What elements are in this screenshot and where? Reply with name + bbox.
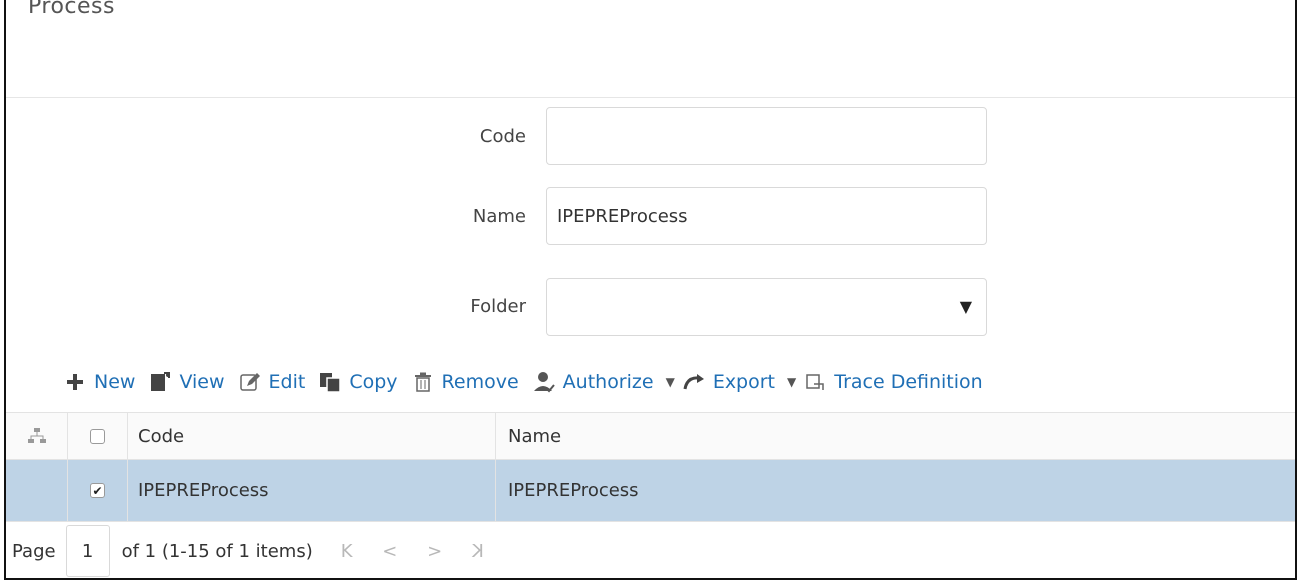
- export-arrow-icon: [683, 371, 705, 393]
- edit-icon: [239, 371, 261, 393]
- plus-icon: [64, 371, 86, 393]
- page-title: Process: [28, 0, 115, 19]
- prev-page-icon[interactable]: <: [382, 541, 397, 562]
- pagination: Page 1 of 1 (1-15 of 1 items) K < > K: [6, 522, 1295, 578]
- select-all-checkbox-cell[interactable]: [68, 413, 128, 459]
- row-name: IPEPREProcess: [508, 480, 639, 501]
- view-label: View: [179, 371, 225, 393]
- row-checkbox-cell[interactable]: ✔: [68, 460, 128, 521]
- page-label: Page: [12, 540, 56, 562]
- page-number-input[interactable]: 1: [65, 525, 110, 577]
- name-input[interactable]: [547, 188, 986, 244]
- trash-icon: [412, 371, 434, 393]
- trace-definition-button[interactable]: Trace Definition: [804, 371, 983, 393]
- new-label: New: [94, 371, 136, 393]
- header-divider: [6, 97, 1295, 98]
- column-header-name[interactable]: Name: [496, 413, 1295, 459]
- pager-info: of 1 (1-15 of 1 items): [121, 540, 313, 562]
- edit-button[interactable]: Edit: [239, 371, 306, 393]
- name-field[interactable]: [546, 187, 987, 245]
- copy-button[interactable]: Copy: [319, 371, 398, 393]
- export-caret-icon[interactable]: ▼: [787, 375, 796, 389]
- last-page-icon[interactable]: K: [472, 541, 484, 562]
- remove-button[interactable]: Remove: [412, 371, 519, 393]
- copy-icon: [319, 371, 342, 393]
- toolbar: New View Edit Copy Remove Authorize ▼ Ex…: [64, 364, 997, 400]
- edit-label: Edit: [268, 371, 306, 393]
- code-label: Code: [479, 126, 526, 147]
- copy-label: Copy: [349, 371, 398, 393]
- next-page-icon[interactable]: >: [427, 541, 442, 562]
- select-all-checkbox[interactable]: [90, 428, 105, 444]
- row-tree-cell: [6, 460, 68, 521]
- authorize-caret-icon[interactable]: ▼: [666, 375, 675, 389]
- new-button[interactable]: New: [64, 371, 135, 393]
- hierarchy-icon[interactable]: [6, 413, 68, 459]
- column-header-code[interactable]: Code: [128, 413, 496, 459]
- first-page-icon[interactable]: K: [341, 541, 353, 562]
- grid-header: Code Name: [6, 412, 1295, 460]
- pager-nav: K < > K: [341, 541, 508, 562]
- user-check-icon: [533, 371, 555, 393]
- trace-definition-label: Trace Definition: [834, 371, 983, 393]
- trace-icon: [804, 371, 826, 393]
- code-field[interactable]: [546, 107, 987, 165]
- name-label: Name: [472, 206, 526, 227]
- data-grid: Code Name ✔ IPEPREProcess IPEPREProcess: [6, 412, 1295, 522]
- document-view-icon: [149, 371, 171, 393]
- row-code: IPEPREProcess: [128, 460, 496, 521]
- remove-label: Remove: [441, 371, 519, 393]
- view-button[interactable]: View: [149, 371, 225, 393]
- folder-select[interactable]: ▼: [546, 278, 987, 336]
- folder-label: Folder: [470, 296, 526, 317]
- dropdown-arrow-icon[interactable]: ▼: [960, 297, 972, 316]
- export-button[interactable]: Export ▼: [683, 371, 796, 393]
- process-panel: Process Code Name Folder ▼ New View: [4, 0, 1297, 580]
- export-label: Export: [712, 371, 776, 393]
- authorize-label: Authorize: [562, 371, 654, 393]
- row-checkbox[interactable]: ✔: [90, 483, 105, 498]
- code-input[interactable]: [547, 108, 986, 164]
- table-row[interactable]: ✔ IPEPREProcess IPEPREProcess: [6, 460, 1295, 522]
- authorize-button[interactable]: Authorize ▼: [533, 371, 675, 393]
